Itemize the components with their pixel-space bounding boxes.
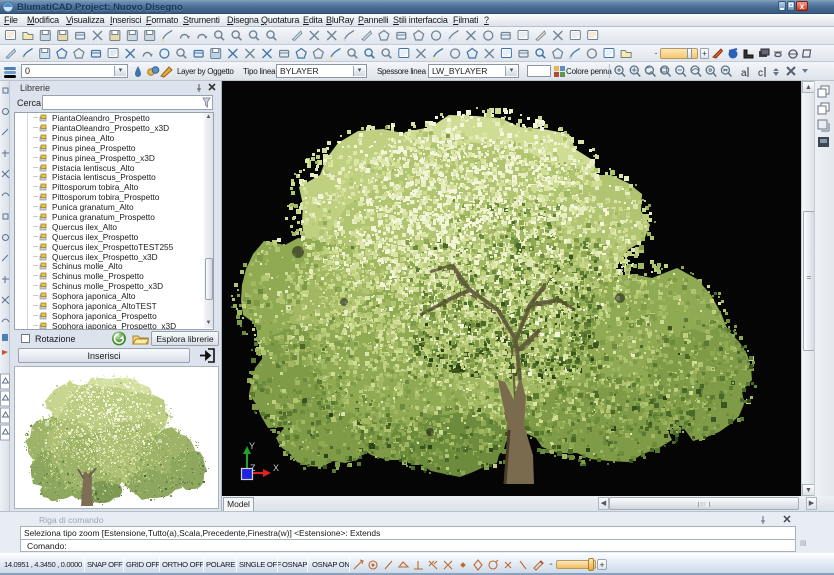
svg-text:a: a xyxy=(741,68,747,79)
svg-text:Y: Y xyxy=(249,441,255,451)
svg-text:c: c xyxy=(758,68,763,79)
svg-text:X: X xyxy=(273,463,279,473)
